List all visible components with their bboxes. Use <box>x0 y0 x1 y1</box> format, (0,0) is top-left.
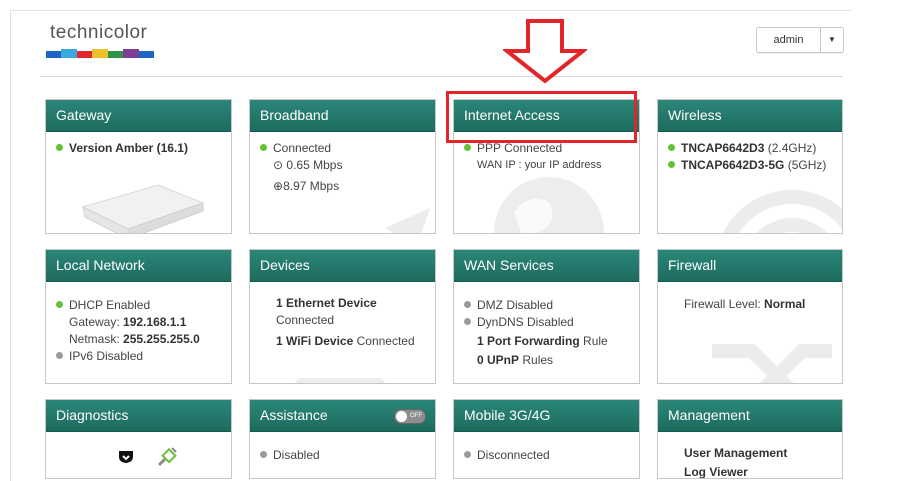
status-dot <box>464 301 471 308</box>
broadband-upload: ⊙ 0.65 Mbps <box>273 158 343 172</box>
status-dot <box>56 301 63 308</box>
card-title[interactable]: Internet Access <box>454 100 639 132</box>
dhcp-status: DHCP Enabled <box>56 297 221 314</box>
assistance-status: Disabled <box>260 447 425 464</box>
card-management[interactable]: Management User Management Log Viewer <box>657 399 843 479</box>
card-diagnostics[interactable]: Diagnostics <box>45 399 232 479</box>
router-image <box>81 184 205 233</box>
user-menu[interactable]: admin ▼ <box>756 27 844 53</box>
toggle-label: OFF <box>410 413 422 419</box>
ipv6-status: IPv6 Disabled <box>56 348 221 365</box>
header-divider <box>40 76 843 77</box>
card-devices[interactable]: Devices 1 Ethernet Device Connected 1 Wi… <box>249 249 436 384</box>
card-title[interactable]: Local Network <box>46 250 231 282</box>
services-background-icon <box>479 377 639 384</box>
dyndns-status: DynDNS Disabled <box>464 314 629 331</box>
internet-status: PPP Connected <box>464 140 629 157</box>
user-management-link[interactable]: User Management <box>684 445 832 462</box>
status-dot <box>464 318 471 325</box>
card-mobile[interactable]: Mobile 3G/4G Disconnected <box>453 399 640 479</box>
upnp-rules: 0 UPnP Rules <box>477 353 554 367</box>
toggle-knob <box>396 411 407 422</box>
brand-logo-text: technicolor <box>50 22 148 43</box>
status-dot <box>56 352 63 359</box>
logo-bar-segment <box>92 49 108 58</box>
card-title[interactable]: Diagnostics <box>46 400 231 432</box>
wan-ip: WAN IP : your IP address <box>477 159 602 171</box>
download-icon: ⊕ <box>273 179 284 193</box>
card-firewall[interactable]: Firewall Firewall Level: Normal <box>657 249 843 384</box>
upload-icon: ⊙ <box>273 158 284 172</box>
brand-logo-bar <box>46 49 154 58</box>
card-title[interactable]: Broadband <box>250 100 435 132</box>
shield-icon <box>119 451 133 463</box>
firewall-level: Firewall Level: Normal <box>684 297 806 311</box>
logo-bar-segment <box>76 51 93 58</box>
shuffle-background-icon <box>712 344 832 383</box>
assistance-toggle[interactable]: OFF <box>394 409 426 424</box>
card-wan-services[interactable]: WAN Services DMZ Disabled DynDNS Disable… <box>453 249 640 384</box>
card-title[interactable]: Devices <box>250 250 435 282</box>
gateway-address: Gateway: 192.168.1.1 <box>69 315 187 329</box>
logo-bar-segment <box>107 51 124 58</box>
status-dot <box>464 451 471 458</box>
card-gateway[interactable]: Gateway Version Amber (16.1) <box>45 99 232 234</box>
card-title[interactable]: Assistance OFF <box>250 400 435 432</box>
card-title[interactable]: Management <box>658 400 842 432</box>
ethernet-device-count: 1 Ethernet Device <box>276 296 377 310</box>
gateway-version: Version Amber (16.1) <box>56 140 221 157</box>
card-local-network[interactable]: Local Network DHCP Enabled Gateway: 192.… <box>45 249 232 384</box>
card-title[interactable]: Wireless <box>658 100 842 132</box>
netmask: Netmask: 255.255.255.0 <box>69 332 200 346</box>
arrows-background-icon <box>385 208 430 233</box>
wifi-background-icon <box>722 190 842 233</box>
card-internet-access[interactable]: Internet Access PPP Connected WAN IP : y… <box>453 99 640 234</box>
logo-bar-segment <box>123 49 139 58</box>
status-dot <box>56 144 63 151</box>
ethernet-device-status: Connected <box>276 313 335 327</box>
dmz-status: DMZ Disabled <box>464 297 629 314</box>
mobile-status: Disconnected <box>464 447 629 464</box>
plug-icon <box>157 447 177 467</box>
wireless-ssid-5: TNCAP6642D3-5G (5GHz) <box>668 157 832 174</box>
card-title[interactable]: WAN Services <box>454 250 639 282</box>
log-viewer-link[interactable]: Log Viewer <box>684 464 832 478</box>
status-dot <box>668 144 675 151</box>
status-dot <box>668 161 675 168</box>
broadband-status: Connected <box>260 140 425 157</box>
card-broadband[interactable]: Broadband Connected ⊙ 0.65 Mbps ⊕8.97 Mb… <box>249 99 436 234</box>
annotation-arrow-icon <box>503 19 587 84</box>
broadband-download: ⊕8.97 Mbps <box>273 179 340 193</box>
logo-bar-segment <box>61 49 77 58</box>
status-dot <box>464 144 471 151</box>
card-title[interactable]: Mobile 3G/4G <box>454 400 639 432</box>
network-background-icon <box>51 373 231 384</box>
wifi-device-count: 1 WiFi Device Connected <box>276 334 415 348</box>
port-forwarding: 1 Port Forwarding Rule <box>477 334 608 348</box>
wireless-ssid-24: TNCAP6642D3 (2.4GHz) <box>668 140 832 157</box>
card-title[interactable]: Gateway <box>46 100 231 132</box>
status-dot <box>260 144 267 151</box>
card-wireless[interactable]: Wireless TNCAP6642D3 (2.4GHz) TNCAP6642D… <box>657 99 843 234</box>
logo-bar-segment <box>138 51 154 58</box>
card-assistance[interactable]: Assistance OFF Disabled <box>249 399 436 479</box>
chevron-down-icon[interactable]: ▼ <box>820 28 843 52</box>
user-name: admin <box>773 34 804 46</box>
globe-background-icon <box>494 177 604 233</box>
status-dot <box>260 451 267 458</box>
logo-bar-segment <box>46 51 62 58</box>
devices-background-icon <box>295 378 385 383</box>
card-title[interactable]: Firewall <box>658 250 842 282</box>
